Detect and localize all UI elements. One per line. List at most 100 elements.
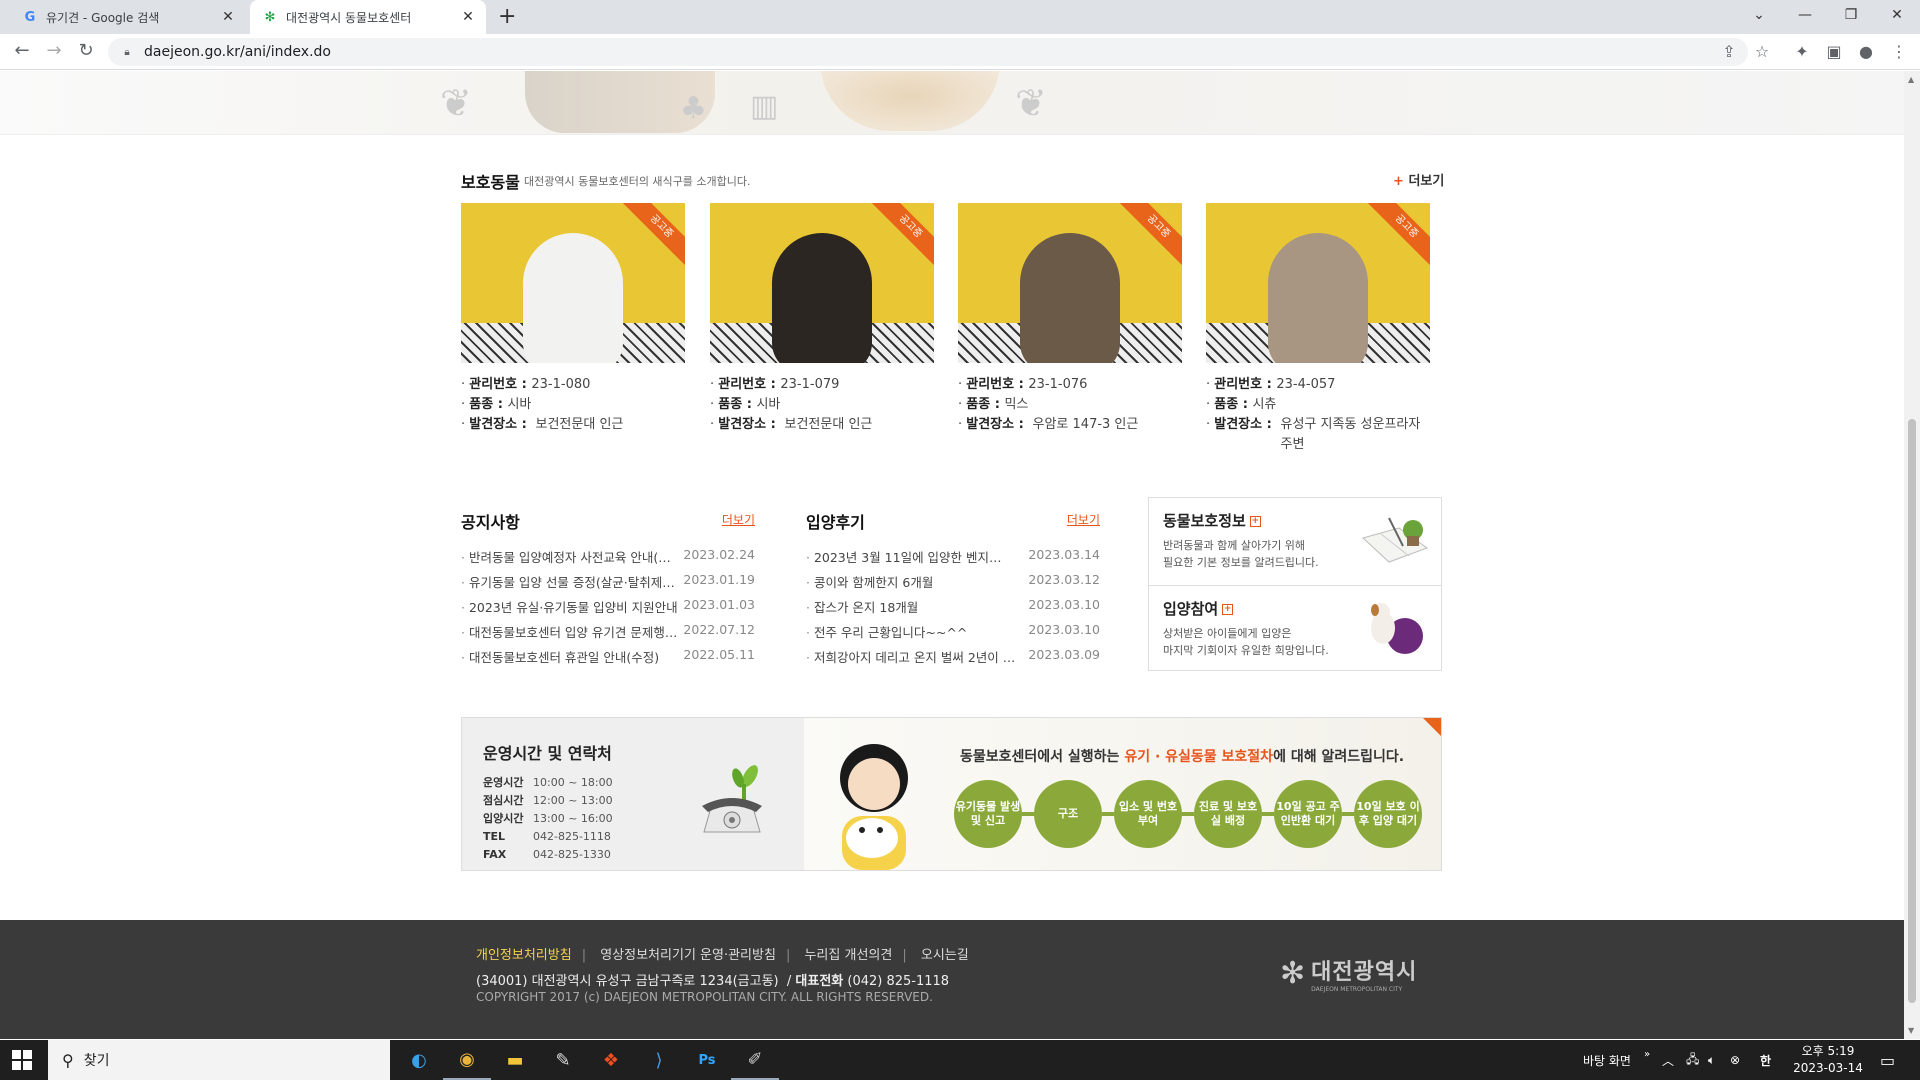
item-title[interactable]: 잡스가 온지 18개월 bbox=[806, 597, 1026, 622]
tray-chevron-icon[interactable]: ︿ bbox=[1662, 1040, 1674, 1080]
item-title[interactable]: 유기동물 입양 선물 증정(살균·탈취제… bbox=[461, 572, 681, 597]
item-title[interactable]: 반려동물 입양예정자 사전교육 안내(필수) bbox=[461, 547, 681, 572]
list-item[interactable]: 잡스가 온지 18개월2023.03.10 bbox=[806, 597, 1100, 622]
paint-icon[interactable]: ✎ bbox=[539, 1040, 587, 1080]
search-icon: ⚲ bbox=[62, 1050, 74, 1070]
hours-key: 점심시간 bbox=[483, 794, 524, 807]
animal-photo[interactable]: 공고중 bbox=[958, 203, 1182, 363]
animal-card[interactable]: 공고중 · 관리번호 : 23-1-076 · 품종 : 믹스 · 발견장소 : 우암… bbox=[958, 203, 1182, 435]
protection-info-label: 동물보호정보 bbox=[1163, 512, 1246, 530]
procedure-steps: 유기동물 발생 및 신고 구조 입소 및 번호부여 진료 및 보호실 배정 10일 공고… bbox=[954, 780, 1434, 848]
toolbar-expand-icon[interactable]: » bbox=[1644, 1034, 1650, 1074]
item-title[interactable]: 대전동물보호센터 휴관일 안내(수정) bbox=[461, 647, 681, 672]
close-tab-icon[interactable]: ✕ bbox=[216, 9, 240, 25]
plus-icon: + bbox=[1222, 604, 1234, 615]
url-bar[interactable]: 🔒︎ daejeon.go.kr/ani/index.do bbox=[108, 38, 1748, 66]
reload-icon[interactable]: ↻ bbox=[74, 40, 98, 61]
animal-photo[interactable]: 공고중 bbox=[461, 203, 685, 363]
animal-photo[interactable]: 공고중 bbox=[1206, 203, 1430, 363]
figma-icon[interactable]: ❖ bbox=[587, 1040, 635, 1080]
item-title[interactable]: 전주 우리 근황입니다~~^^ bbox=[806, 622, 1026, 647]
animal-card[interactable]: 공고중 · 관리번호 : 23-1-079 · 품종 : 시바 · 발견장소 : 보건… bbox=[710, 203, 934, 435]
page-scrollbar[interactable]: ▲ ▼ bbox=[1904, 71, 1920, 1039]
id-row: · 관리번호 : 23-1-079 bbox=[710, 377, 840, 392]
close-tab-icon[interactable]: ✕ bbox=[456, 9, 480, 25]
animal-id: 23-1-080 bbox=[531, 377, 591, 392]
share-icon[interactable]: ⇪ bbox=[1718, 42, 1740, 61]
notice-title: 공지사항 bbox=[461, 513, 520, 532]
list-item[interactable]: 저희강아지 데리고 온지 벌써 2년이 …2023.03.09 bbox=[806, 647, 1100, 672]
animal-place: 보건전문대 인근 bbox=[535, 417, 624, 432]
cctv-policy-link[interactable]: 영상정보처리기기 운영·관리방침 bbox=[600, 948, 776, 963]
item-title[interactable]: 대전동물보호센터 입양 유기견 문제행동… bbox=[461, 622, 681, 647]
file-explorer-icon[interactable]: ▬ bbox=[491, 1040, 539, 1080]
extensions-icon[interactable]: ✦ bbox=[1791, 42, 1813, 61]
list-item[interactable]: 대전동물보호센터 휴관일 안내(수정)2022.05.11 bbox=[461, 647, 755, 672]
clock-date: 2023-03-14 bbox=[1793, 1061, 1863, 1075]
windows-start-icon[interactable] bbox=[12, 1050, 32, 1070]
item-title[interactable]: 2023년 3월 11일에 입양한 벤지… bbox=[806, 547, 1026, 572]
menu-icon[interactable]: ⋮ bbox=[1888, 42, 1910, 61]
ime-icon[interactable]: 한 bbox=[1760, 1040, 1771, 1080]
notification-icon[interactable]: ▭ bbox=[1880, 1040, 1895, 1080]
review-list: 2023년 3월 11일에 입양한 벤지…2023.03.14콩이와 함께한지 … bbox=[806, 547, 1100, 672]
list-item[interactable]: 반려동물 입양예정자 사전교육 안내(필수)2023.02.24 bbox=[461, 547, 755, 572]
adoption-participation-link[interactable]: 입양참여 + 상처받은 아이들에게 입양은 마지막 기회이자 유일한 희망입니다. bbox=[1149, 585, 1441, 672]
photoshop-icon[interactable]: Ps bbox=[683, 1040, 731, 1080]
volume-icon[interactable]: 🔈︎ bbox=[1708, 1040, 1715, 1080]
status-x-icon[interactable]: ⊗ bbox=[1730, 1040, 1740, 1080]
hero-dog-image bbox=[820, 71, 1000, 131]
new-tab-button[interactable]: + bbox=[498, 4, 516, 29]
back-icon[interactable]: ← bbox=[10, 40, 34, 61]
protected-more-link[interactable]: + 더보기 bbox=[1393, 170, 1444, 189]
minimize-button[interactable]: — bbox=[1782, 0, 1828, 30]
separator: | bbox=[785, 948, 791, 963]
item-title[interactable]: 저희강아지 데리고 온지 벌써 2년이 … bbox=[806, 647, 1026, 672]
bookmark-star-icon[interactable]: ☆ bbox=[1751, 42, 1773, 61]
item-title[interactable]: 2023년 유실·유기동물 입양비 지원안내 bbox=[461, 597, 681, 622]
scroll-up-icon[interactable]: ▲ bbox=[1908, 75, 1914, 84]
animal-card[interactable]: 공고중 · 관리번호 : 23-4-057 · 품종 : 시츄 · 발견장소 : 유성… bbox=[1206, 203, 1430, 455]
list-item[interactable]: 유기동물 입양 선물 증정(살균·탈취제…2023.01.19 bbox=[461, 572, 755, 597]
list-item[interactable]: 2023년 유실·유기동물 입양비 지원안내2023.01.03 bbox=[461, 597, 755, 622]
breed-label: 품종 bbox=[718, 397, 743, 412]
edge-icon[interactable]: ◐ bbox=[395, 1040, 443, 1080]
animal-breed: 믹스 bbox=[1004, 397, 1029, 412]
vscode-icon[interactable]: ⟩ bbox=[635, 1040, 683, 1080]
side-panel-icon[interactable]: ▣ bbox=[1823, 42, 1845, 61]
profile-icon[interactable]: ● bbox=[1855, 42, 1877, 61]
paint-brush-icon[interactable]: ✐ bbox=[731, 1040, 779, 1080]
close-window-button[interactable]: ✕ bbox=[1874, 0, 1920, 30]
privacy-policy-link[interactable]: 개인정보처리방침 bbox=[476, 948, 572, 963]
feedback-link[interactable]: 누리집 개선의견 bbox=[804, 948, 892, 963]
animal-photo[interactable]: 공고중 bbox=[710, 203, 934, 363]
item-title[interactable]: 콩이와 함께한지 6개월 bbox=[806, 572, 1026, 597]
hours-row: 점심시간 12:00 ~ 13:00 bbox=[483, 792, 613, 810]
forward-icon[interactable]: → bbox=[42, 40, 66, 61]
network-icon[interactable]: 🖧︎ bbox=[1686, 1040, 1699, 1080]
taskbar-search-box[interactable]: ⚲ 찾기 bbox=[48, 1040, 390, 1080]
list-item[interactable]: 전주 우리 근황입니다~~^^2023.03.10 bbox=[806, 622, 1100, 647]
list-item[interactable]: 콩이와 함께한지 6개월2023.03.12 bbox=[806, 572, 1100, 597]
chrome-icon[interactable]: ◉ bbox=[443, 1040, 491, 1080]
directions-link[interactable]: 오시는길 bbox=[921, 948, 969, 963]
list-item[interactable]: 2023년 3월 11일에 입양한 벤지…2023.03.14 bbox=[806, 547, 1100, 572]
animal-card[interactable]: 공고중 · 관리번호 : 23-1-080 · 품종 : 시바 · 발견장소 : 보건… bbox=[461, 203, 685, 435]
tab-google-search[interactable]: G 유기견 - Google 검색 ✕ bbox=[10, 0, 246, 34]
scrollbar-thumb[interactable] bbox=[1908, 419, 1916, 1003]
show-desktop-label[interactable]: 바탕 화면 bbox=[1583, 1040, 1631, 1080]
animal-protection-info-link[interactable]: 동물보호정보 + 반려동물과 함께 살아가기 위해 필요한 기본 정보를 알려드립니… bbox=[1149, 498, 1441, 585]
taskbar-clock[interactable]: 오후 5:19 2023-03-14 bbox=[1788, 1043, 1868, 1077]
review-more-link[interactable]: 더보기 bbox=[1067, 511, 1100, 528]
list-item[interactable]: 대전동물보호센터 입양 유기견 문제행동…2022.07.12 bbox=[461, 622, 755, 647]
tab-search-icon[interactable]: ⌄ bbox=[1736, 0, 1782, 30]
scroll-down-icon[interactable]: ▼ bbox=[1908, 1026, 1914, 1035]
restore-button[interactable]: ❐ bbox=[1828, 0, 1874, 30]
daejeon-logo[interactable]: ✻ 대전광역시 DAEJEON METROPOLITAN CITY bbox=[1280, 954, 1417, 993]
tab-daejeon-animal-center[interactable]: ✻ 대전광역시 동물보호센터 ✕ bbox=[250, 0, 486, 34]
animal-info: · 관리번호 : 23-1-080 · 품종 : 시바 · 발견장소 : 보건전문대… bbox=[461, 363, 685, 435]
clock-time: 오후 5:19 bbox=[1801, 1044, 1855, 1058]
hours-row: TEL 042-825-1118 bbox=[483, 828, 613, 846]
google-icon: G bbox=[24, 9, 36, 25]
notice-more-link[interactable]: 더보기 bbox=[722, 511, 755, 528]
